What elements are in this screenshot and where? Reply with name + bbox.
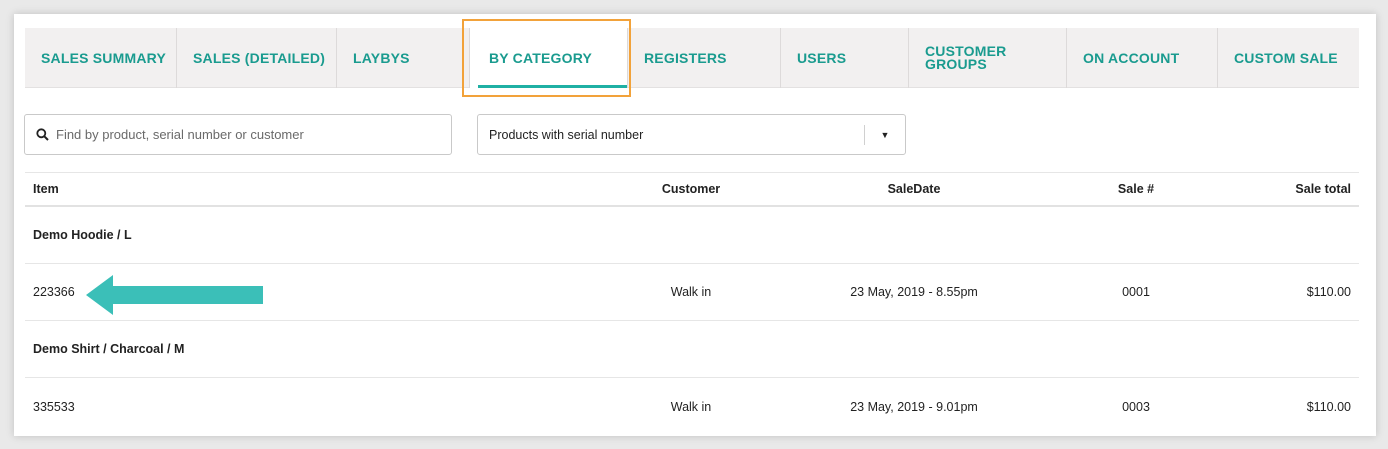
group-name: Demo Hoodie / L	[33, 228, 132, 242]
table-header-row: Item Customer SaleDate Sale # Sale total	[25, 173, 1359, 207]
arrow-left-icon	[86, 275, 263, 315]
tab-label: CUSTOMER GROUPS	[925, 43, 1007, 72]
column-header-sale-total[interactable]: Sale total	[1295, 182, 1351, 196]
column-header-customer-label: Customer	[661, 182, 721, 196]
group-row: Demo Hoodie / L	[25, 207, 1359, 264]
tab-sales-summary[interactable]: SALES SUMMARY	[25, 28, 177, 88]
tab-registers[interactable]: REGISTERS	[628, 28, 781, 88]
serial-number: 335533	[33, 399, 75, 414]
tab-label: REGISTERS	[644, 49, 727, 66]
tab-on-account[interactable]: ON ACCOUNT	[1067, 28, 1218, 88]
group-name: Demo Shirt / Charcoal / M	[33, 342, 185, 356]
column-header-sale-date-label: SaleDate	[887, 182, 941, 196]
tab-label: SALES SUMMARY	[41, 49, 166, 66]
sale-number: 0001	[1122, 285, 1150, 299]
filter-selected-value: Products with serial number	[489, 127, 644, 142]
sale-date: 23 May, 2019 - 9.01pm	[850, 399, 978, 414]
active-tab-underline	[478, 85, 627, 88]
sale-total: $110.00	[1306, 285, 1351, 299]
serial-number: 223366	[33, 285, 75, 299]
tab-by-category[interactable]: BY CATEGORY	[470, 28, 628, 88]
sale-number: 0003	[1122, 399, 1150, 414]
tab-label: BY CATEGORY	[489, 49, 593, 66]
column-header-sale-number-label: Sale #	[1117, 182, 1155, 196]
sale-date: 23 May, 2019 - 8.55pm	[850, 285, 978, 299]
report-panel: SALES SUMMARY SALES (DETAILED) LAYBYS BY…	[14, 14, 1376, 436]
search-box[interactable]	[24, 114, 452, 155]
tab-users[interactable]: USERS	[781, 28, 909, 88]
sale-total: $110.00	[1306, 399, 1351, 414]
table-row[interactable]: 335533 Walk in 23 May, 2019 - 9.01pm 000…	[25, 378, 1359, 435]
search-icon	[35, 128, 49, 142]
tab-label: CUSTOM SALE	[1234, 49, 1338, 66]
report-tabs: SALES SUMMARY SALES (DETAILED) LAYBYS BY…	[25, 28, 1359, 88]
customer-name: Walk in	[670, 399, 712, 414]
tab-custom-sale[interactable]: CUSTOM SALE	[1218, 28, 1359, 88]
tab-label: USERS	[797, 49, 847, 66]
column-header-item[interactable]: Item	[33, 182, 59, 196]
tab-label: ON ACCOUNT	[1083, 49, 1180, 66]
tab-sales-detailed[interactable]: SALES (DETAILED)	[177, 28, 337, 88]
tab-customer-groups[interactable]: CUSTOMER GROUPS	[909, 28, 1067, 88]
group-row: Demo Shirt / Charcoal / M	[25, 321, 1359, 378]
caret-down-icon[interactable]: ▼	[865, 130, 905, 140]
customer-name: Walk in	[670, 285, 712, 299]
serial-filter-dropdown[interactable]: Products with serial number ▼	[477, 114, 906, 155]
tab-laybys[interactable]: LAYBYS	[337, 28, 470, 88]
tab-label: SALES (DETAILED)	[193, 49, 326, 66]
search-input[interactable]	[56, 127, 436, 142]
tab-label: LAYBYS	[353, 49, 410, 66]
